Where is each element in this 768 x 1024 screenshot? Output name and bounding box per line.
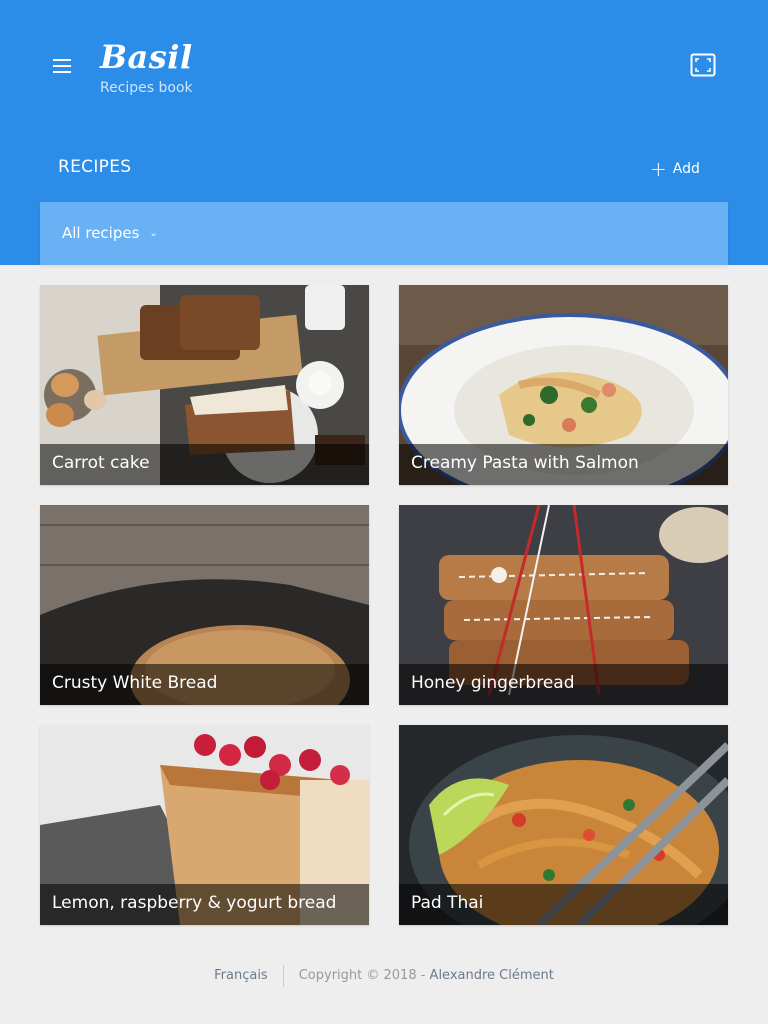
page-title: RECIPES (58, 157, 132, 177)
recipe-card-pad-thai[interactable]: Pad Thai (399, 725, 728, 925)
recipe-card-honey-gingerbread[interactable]: Honey gingerbread (399, 505, 728, 705)
author-link[interactable]: Alexandre Clément (430, 968, 554, 983)
hamburger-menu-icon[interactable] (48, 52, 76, 80)
recipe-title: Honey gingerbread (399, 664, 728, 705)
language-switch-link[interactable]: Français (214, 965, 284, 987)
recipe-card-creamy-pasta[interactable]: Creamy Pasta with Salmon (399, 285, 728, 485)
recipe-card-carrot-cake[interactable]: Carrot cake (40, 285, 369, 485)
add-label: Add (672, 161, 700, 177)
recipe-title: Carrot cake (40, 444, 369, 485)
category-select-value: All recipes (62, 224, 140, 242)
category-select[interactable]: All recipes ⌄ (62, 224, 158, 242)
filter-bar: All recipes ⌄ (40, 202, 728, 265)
chevron-down-icon: ⌄ (149, 227, 158, 239)
footer: Français Copyright © 2018 - Alexandre Cl… (0, 964, 768, 988)
add-recipe-button[interactable]: + Add (650, 157, 700, 181)
recipe-title: Pad Thai (399, 884, 728, 925)
app-title: Basil (100, 38, 193, 76)
recipe-card-lemon-raspberry[interactable]: Lemon, raspberry & yogurt bread (40, 725, 369, 925)
copyright: Copyright © 2018 - Alexandre Clément (284, 965, 554, 987)
fullscreen-icon[interactable] (690, 53, 716, 77)
recipe-title: Lemon, raspberry & yogurt bread (40, 884, 369, 925)
plus-icon: + (650, 157, 667, 181)
recipe-title: Crusty White Bread (40, 664, 369, 705)
recipe-title: Creamy Pasta with Salmon (399, 444, 728, 485)
recipe-card-crusty-bread[interactable]: Crusty White Bread (40, 505, 369, 705)
app-subtitle: Recipes book (100, 80, 193, 96)
copyright-text: Copyright © 2018 - (298, 968, 430, 983)
